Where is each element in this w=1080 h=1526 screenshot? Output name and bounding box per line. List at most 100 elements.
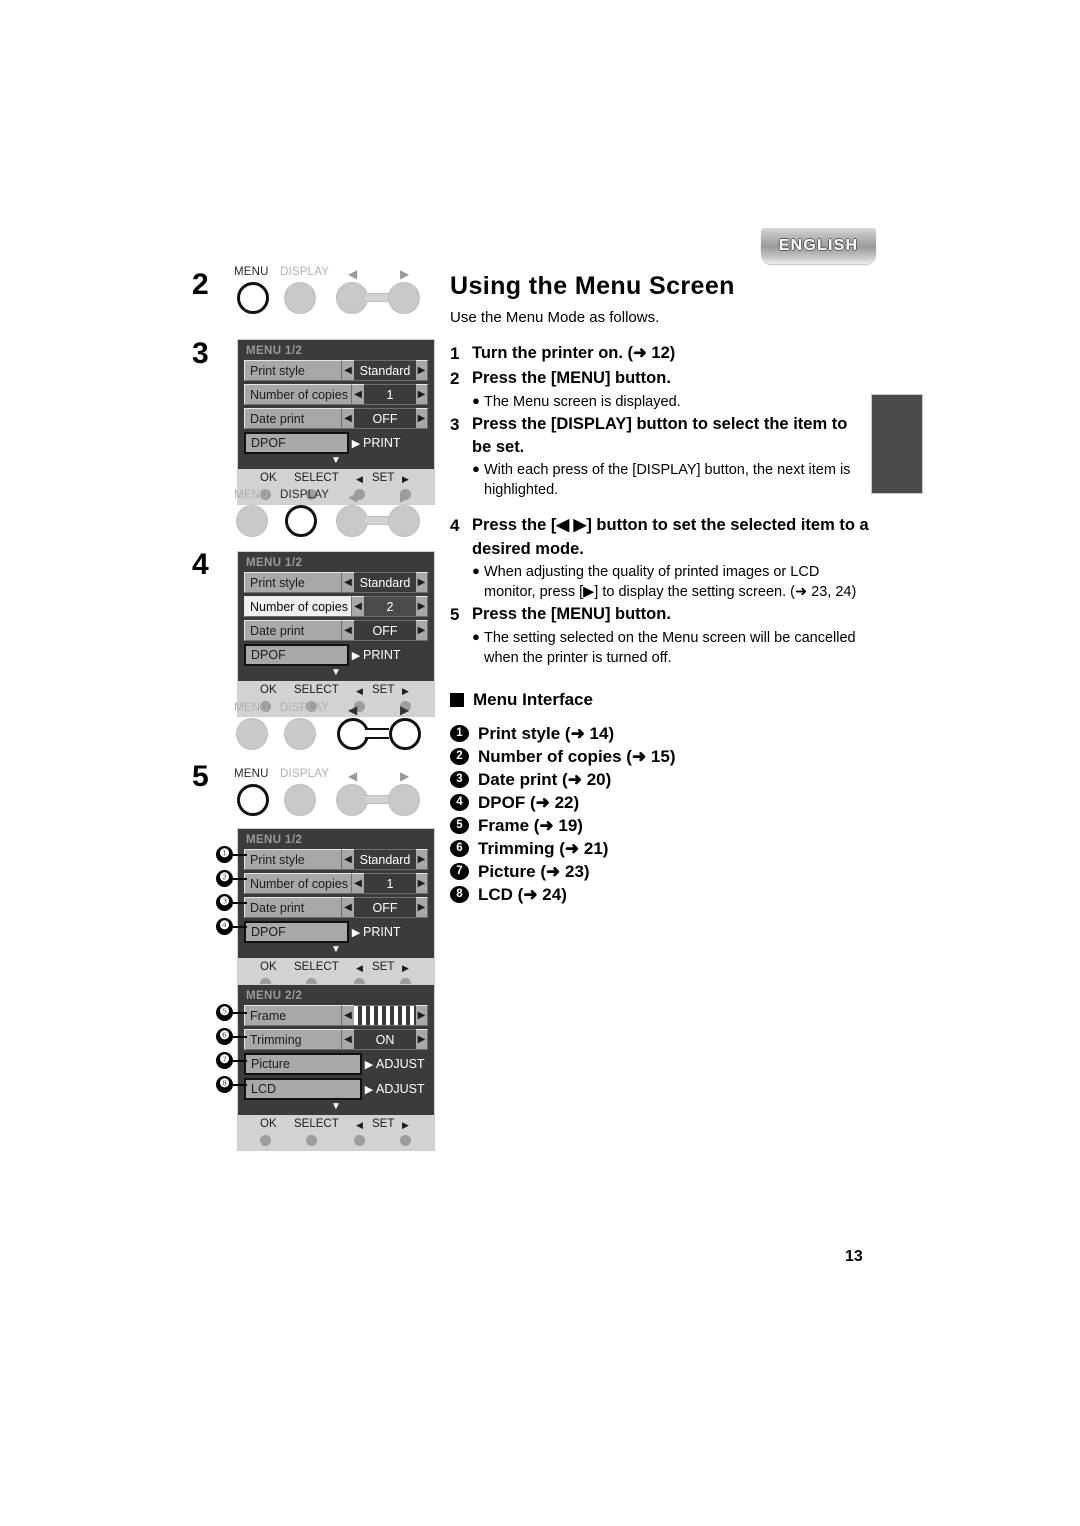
lcd-row-action[interactable]: Picture ▶ ADJUST xyxy=(244,1053,428,1075)
lcd-row[interactable]: Date print ◀ OFF ▶ xyxy=(244,897,428,918)
right-arrow-icon: ▶ xyxy=(400,490,410,504)
lcd-row[interactable]: Date print ◀ OFF ▶ xyxy=(244,408,428,429)
lcd-row-action[interactable]: DPOF ▶ PRINT xyxy=(244,921,428,943)
left-arrow-icon[interactable]: ◀ xyxy=(352,596,364,617)
section-marker-icon xyxy=(450,692,464,707)
right-arrow-button[interactable] xyxy=(388,282,420,314)
callout-1: ❶ xyxy=(216,846,247,863)
right-arrow-icon[interactable]: ▶ xyxy=(416,849,428,870)
left-arrow-icon[interactable]: ◀ xyxy=(342,360,354,381)
lcd-row-action-label: ADJUST xyxy=(376,1057,425,1071)
lcd-row-action[interactable]: LCD ▶ ADJUST xyxy=(244,1078,428,1100)
right-arrow-icon[interactable]: ▶ xyxy=(416,620,428,641)
lcd-row-label: DPOF xyxy=(244,644,349,666)
menu-button[interactable] xyxy=(237,784,269,816)
lcd-row[interactable]: Date print ◀ OFF ▶ xyxy=(244,620,428,641)
step-number: 3 xyxy=(450,414,460,434)
lcd-screen: MENU 1/2 Print style ◀ Standard ▶ Number… xyxy=(238,552,434,681)
menu-button[interactable] xyxy=(236,718,268,750)
lcd-row-label: Trimming xyxy=(244,1029,342,1050)
arrow-connector xyxy=(365,728,389,739)
lcd-row-action-label: PRINT xyxy=(363,925,401,939)
right-arrow-button[interactable] xyxy=(388,505,420,537)
step-item: 5 Press the [MENU] button. ● The setting… xyxy=(450,603,870,667)
lcd-row[interactable]: Print style ◀ Standard ▶ xyxy=(244,360,428,381)
softkey-right-button[interactable] xyxy=(400,1135,411,1146)
left-arrow-icon[interactable]: ◀ xyxy=(342,1029,354,1050)
left-arrow-button[interactable] xyxy=(336,282,368,314)
softkey-select-button[interactable] xyxy=(306,1135,317,1146)
right-arrow-icon[interactable]: ▶ xyxy=(416,408,428,429)
left-arrow-button[interactable] xyxy=(336,505,368,537)
lcd-screen: MENU 1/2 Print style ◀ Standard ▶ Number… xyxy=(238,340,434,469)
callout-3: ❸ xyxy=(216,894,247,911)
left-arrow-icon[interactable]: ◀ xyxy=(342,408,354,429)
panel-menu-1of2: MENU 1/2 Print style ◀ Standard ▶ Number… xyxy=(238,829,434,993)
left-arrow-icon: ◀ xyxy=(348,769,358,783)
item-label: Number of copies (➜ 15) xyxy=(478,746,676,766)
lcd-row-selected[interactable]: Number of copies ◀ 2 ▶ xyxy=(244,596,428,617)
lcd-screen: MENU 2/2 Frame ◀ ▶ Trimming ◀ ON ▶ Pictu… xyxy=(238,985,434,1115)
display-button[interactable] xyxy=(284,282,316,314)
keyrow-step2: MENU DISPLAY ◀ ▶ xyxy=(232,266,432,322)
callout-leader xyxy=(233,1011,247,1014)
left-arrow-icon: ◀ xyxy=(348,703,358,717)
step-heading: Press the [◀ ▶] button to set the select… xyxy=(472,516,869,558)
item-label: LCD (➜ 24) xyxy=(478,884,567,904)
lcd-row[interactable]: Frame ◀ ▶ xyxy=(244,1005,428,1026)
display-button[interactable] xyxy=(285,505,317,537)
menu-button[interactable] xyxy=(236,505,268,537)
callout-number: ❺ xyxy=(216,1004,233,1021)
display-button[interactable] xyxy=(284,718,316,750)
scroll-down-icon: ▼ xyxy=(331,667,341,678)
softkey-ok-label: OK xyxy=(260,961,277,973)
right-arrow-icon[interactable]: ▶ xyxy=(416,596,428,617)
lcd-row-action[interactable]: DPOF ▶ PRINT xyxy=(244,432,428,454)
callout-7: ❼ xyxy=(216,1052,247,1069)
item-number-4: 4 xyxy=(450,794,469,812)
left-arrow-icon[interactable]: ◀ xyxy=(342,1005,354,1026)
lcd-row[interactable]: Number of copies ◀ 1 ▶ xyxy=(244,384,428,405)
right-arrow-icon[interactable]: ▶ xyxy=(416,873,428,894)
lcd-row-value: OFF xyxy=(354,897,416,918)
lcd-row[interactable]: Print style ◀ Standard ▶ xyxy=(244,572,428,593)
step-bullet: ● When adjusting the quality of printed … xyxy=(472,562,870,602)
right-arrow-icon[interactable]: ▶ xyxy=(416,360,428,381)
callout-number: ❻ xyxy=(216,1028,233,1045)
right-arrow-button[interactable] xyxy=(388,784,420,816)
callout-leader xyxy=(233,1059,247,1062)
display-button[interactable] xyxy=(284,784,316,816)
softkey-ok-button[interactable] xyxy=(260,1135,271,1146)
menu-button[interactable] xyxy=(237,282,269,314)
scroll-down-icon: ▼ xyxy=(331,944,341,955)
lcd-row-label: Date print xyxy=(244,408,342,429)
left-arrow-button[interactable] xyxy=(336,784,368,816)
lcd-row-action[interactable]: DPOF ▶ PRINT xyxy=(244,644,428,666)
lcd-row[interactable]: Number of copies ◀ 1 ▶ xyxy=(244,873,428,894)
right-arrow-icon[interactable]: ▶ xyxy=(416,384,428,405)
step-marker-5: 5 xyxy=(192,760,209,793)
menu-key-label: MENU xyxy=(234,768,269,780)
right-arrow-icon[interactable]: ▶ xyxy=(416,897,428,918)
lcd-row[interactable]: Print style ◀ Standard ▶ xyxy=(244,849,428,870)
left-arrow-icon[interactable]: ◀ xyxy=(342,620,354,641)
left-arrow-icon[interactable]: ◀ xyxy=(352,384,364,405)
right-arrow-icon[interactable]: ▶ xyxy=(416,1005,428,1026)
left-arrow-icon[interactable]: ◀ xyxy=(342,849,354,870)
lcd-row[interactable]: Trimming ◀ ON ▶ xyxy=(244,1029,428,1050)
left-arrow-icon[interactable]: ◀ xyxy=(342,897,354,918)
right-arrow-icon[interactable]: ▶ xyxy=(416,1029,428,1050)
manual-page: ENGLISH 2 3 4 5 MENU DISPLAY ◀ ▶ MENU 1/… xyxy=(0,0,1080,1526)
display-key-label: DISPLAY xyxy=(280,768,330,780)
softkey-ok-label: OK xyxy=(260,472,277,484)
lcd-row-value: 1 xyxy=(364,384,416,405)
left-arrow-icon[interactable]: ◀ xyxy=(342,572,354,593)
callout-leader xyxy=(233,901,247,904)
right-arrow-icon[interactable]: ▶ xyxy=(416,572,428,593)
left-arrow-icon: ◀ xyxy=(348,490,358,504)
right-arrow-button[interactable] xyxy=(389,718,421,750)
softkey-left-button[interactable] xyxy=(354,1135,365,1146)
left-arrow-icon[interactable]: ◀ xyxy=(352,873,364,894)
lcd-row-value: Standard xyxy=(354,360,416,381)
step-bullet: ● With each press of the [DISPLAY] butto… xyxy=(472,460,870,500)
